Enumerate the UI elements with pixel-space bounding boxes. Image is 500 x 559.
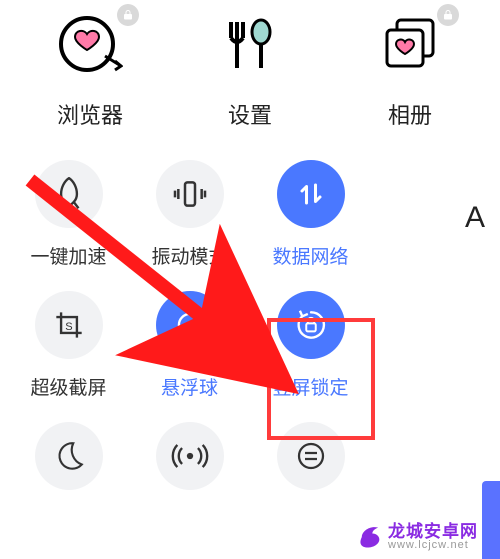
watermark-name: 龙城安卓网 [388,523,478,540]
browser-heart-icon [55,10,125,80]
svg-text:S: S [65,321,72,333]
crop-s-icon: S [35,291,103,359]
equal-circle-icon [277,422,345,490]
tile-label: 竖屏锁定 [272,373,348,400]
app-settings[interactable]: 设置 [175,10,325,130]
app-label: 设置 [228,98,272,130]
watermark-logo-icon [356,523,384,551]
app-label: 相册 [388,98,432,130]
tile-label: 超级截屏 [30,373,106,400]
data-arrows-icon [277,160,345,228]
tile-label: 数据网络 [272,242,348,269]
tile-night[interactable] [8,422,129,490]
scroll-indicator[interactable] [482,481,500,559]
tile-more[interactable] [250,422,371,490]
app-label: 浏览器 [57,98,123,130]
app-gallery[interactable]: 相册 [335,10,485,130]
watermark-domain: www.lcjcw.net [388,540,478,551]
tile-screenshot[interactable]: S 超级截屏 [8,291,129,400]
tile-hotspot[interactable] [129,422,250,490]
settings-utensils-icon [215,10,285,80]
tile-floatball[interactable]: 悬浮球 [129,291,250,400]
quick-settings-grid: 一键加速 振动模式 数据网络 S 超级截屏 悬浮球 竖屏锁定 [0,130,500,490]
rotate-lock-icon [277,291,345,359]
rocket-icon [35,160,103,228]
hotspot-icon [156,422,224,490]
app-browser[interactable]: 浏览器 [15,10,165,130]
tile-label: 悬浮球 [161,373,218,400]
tile-empty-r3c4 [371,422,492,490]
tile-empty-r2c4 [371,291,492,400]
gallery-heart-icon [375,10,445,80]
tile-boost[interactable]: 一键加速 [8,160,129,269]
app-shortcut-row: 浏览器 设置 相册 [0,0,500,130]
target-icon [156,291,224,359]
site-watermark: 龙城安卓网 www.lcjcw.net [356,523,478,551]
tile-rotation-lock[interactable]: 竖屏锁定 [250,291,371,400]
tile-label: 一键加速 [30,242,106,269]
tile-empty-r1c4 [371,160,492,269]
moon-icon [35,422,103,490]
tile-label: 振动模式 [151,242,227,269]
tile-data[interactable]: 数据网络 [250,160,371,269]
tile-vibrate[interactable]: 振动模式 [129,160,250,269]
vibrate-icon [156,160,224,228]
